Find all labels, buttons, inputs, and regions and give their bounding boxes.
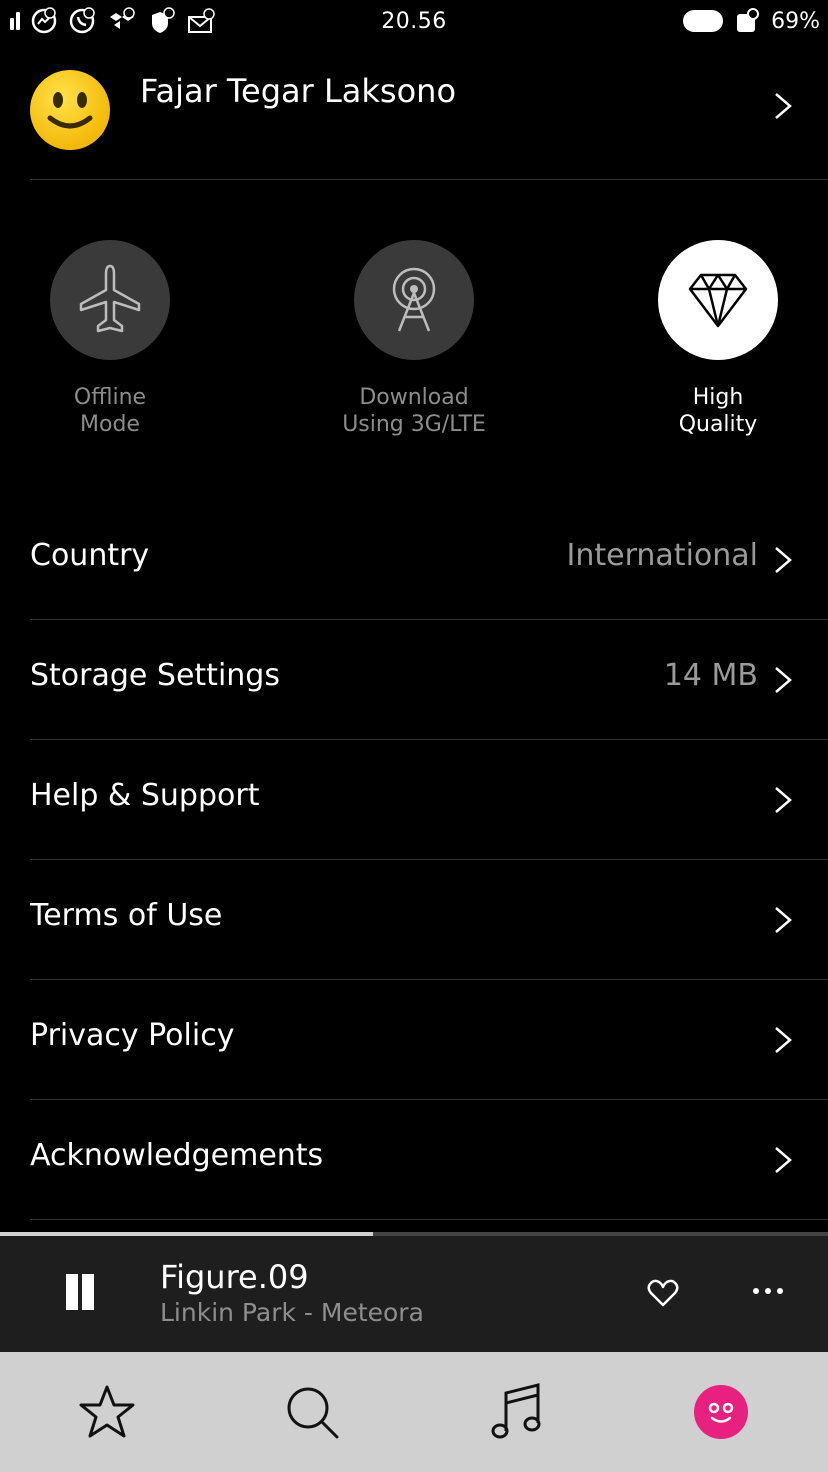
storage-settings-label: Storage Settings xyxy=(30,658,280,693)
offline-mode-button[interactable] xyxy=(50,240,170,360)
chevron-right-icon xyxy=(775,1147,792,1173)
high-quality-toggle[interactable]: High Quality xyxy=(608,240,828,438)
high-quality-label: High Quality xyxy=(678,385,758,437)
privacy-policy-label: Privacy Policy xyxy=(30,1018,235,1053)
country-row[interactable]: Country International xyxy=(0,500,828,620)
download-3g-toggle[interactable]: Download Using 3G/LTE xyxy=(304,240,524,438)
avatar xyxy=(30,70,110,150)
privacy-policy-row[interactable]: Privacy Policy xyxy=(0,980,828,1100)
chevron-right-icon xyxy=(775,907,792,933)
country-label: Country xyxy=(30,538,150,573)
status-icons-right: 69% xyxy=(683,6,820,36)
acknowledgements-row[interactable]: Acknowledgements xyxy=(0,1100,828,1220)
music-note-icon xyxy=(491,1383,541,1439)
nav-music[interactable] xyxy=(484,1380,548,1444)
offline-mode-label: Offline Mode xyxy=(73,385,147,437)
search-icon xyxy=(287,1387,339,1439)
settings-list: Country International Storage Settings 1… xyxy=(0,500,828,1220)
toggle-icon xyxy=(683,10,724,32)
nav-search[interactable] xyxy=(280,1380,344,1444)
bottom-nav xyxy=(0,1352,828,1472)
storage-size-value: 14 MB xyxy=(663,658,758,693)
track-title: Figure.09 xyxy=(160,1258,309,1296)
nav-favorites[interactable] xyxy=(75,1380,139,1444)
star-icon xyxy=(79,1385,135,1438)
chevron-right-icon xyxy=(775,787,792,813)
nav-profile[interactable] xyxy=(689,1380,753,1444)
divider xyxy=(30,1219,828,1220)
status-bar: 20.56 69% xyxy=(0,0,828,44)
heart-icon[interactable] xyxy=(646,1278,680,1308)
storage-settings-row[interactable]: Storage Settings 14 MB xyxy=(0,620,828,740)
help-support-row[interactable]: Help & Support xyxy=(0,740,828,860)
quick-toggles: Offline Mode Download Using 3G/LTE High … xyxy=(0,240,828,460)
notification-settings-icon xyxy=(737,8,760,32)
help-support-label: Help & Support xyxy=(30,778,260,813)
terms-of-use-row[interactable]: Terms of Use xyxy=(0,860,828,980)
pause-button[interactable] xyxy=(60,1272,100,1312)
terms-of-use-label: Terms of Use xyxy=(30,898,223,933)
divider xyxy=(30,179,828,180)
track-artist-album: Linkin Park - Meteora xyxy=(160,1298,424,1327)
antenna-icon xyxy=(392,267,436,332)
acknowledgements-label: Acknowledgements xyxy=(30,1138,324,1173)
battery-percentage: 69% xyxy=(771,8,820,34)
chevron-right-icon xyxy=(775,547,792,573)
high-quality-button[interactable] xyxy=(658,240,778,360)
country-value: International xyxy=(566,538,758,573)
download-3g-button[interactable] xyxy=(354,240,474,360)
download-3g-label: Download Using 3G/LTE xyxy=(342,385,486,437)
chevron-right-icon xyxy=(775,93,792,119)
profile-name: Fajar Tegar Laksono xyxy=(140,72,457,110)
diamond-icon xyxy=(688,273,748,328)
profile-row[interactable]: Fajar Tegar Laksono xyxy=(0,44,828,180)
chevron-right-icon xyxy=(775,667,792,693)
chevron-right-icon xyxy=(775,1027,792,1053)
mini-player[interactable]: Figure.09 Linkin Park - Meteora xyxy=(0,1236,828,1352)
smiley-icon xyxy=(708,1402,734,1423)
profile-active-indicator xyxy=(694,1385,748,1439)
airplane-icon xyxy=(79,264,141,333)
offline-mode-toggle[interactable]: Offline Mode xyxy=(0,240,220,438)
more-options-icon[interactable] xyxy=(748,1284,788,1298)
